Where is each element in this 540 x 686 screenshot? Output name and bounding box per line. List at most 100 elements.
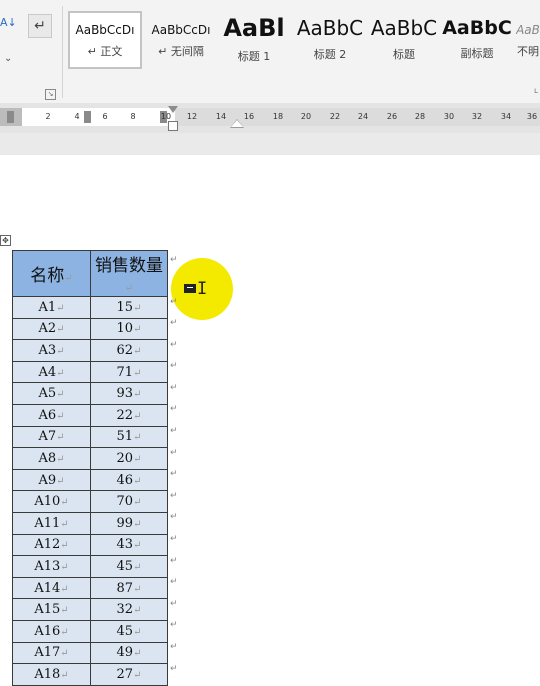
quantity-cell[interactable]: 51↵ bbox=[90, 425, 168, 449]
style-subtitle[interactable]: AaBbC 副标题 bbox=[442, 11, 512, 69]
ruler-column-marker[interactable] bbox=[84, 111, 91, 123]
quantity-cell[interactable]: 20↵ bbox=[90, 447, 168, 470]
cell-value: A4 bbox=[38, 364, 57, 380]
name-cell[interactable]: A18↵ bbox=[12, 663, 91, 686]
table-row: A3↵ 62↵ bbox=[12, 339, 168, 362]
quantity-cell[interactable]: 32↵ bbox=[90, 598, 168, 621]
quantity-cell[interactable]: 49↵ bbox=[90, 641, 168, 665]
quantity-cell[interactable]: 15↵ bbox=[90, 296, 168, 319]
quantity-cell[interactable]: 70↵ bbox=[90, 490, 168, 513]
header-cell[interactable]: 销售数量 ↵ bbox=[90, 250, 168, 297]
paragraph-mark-icon[interactable]: ↵ bbox=[28, 14, 52, 38]
quantity-cell[interactable]: 99↵ bbox=[90, 511, 168, 535]
style-title[interactable]: AaBbC 标题 bbox=[368, 11, 440, 69]
cell-end-mark: ↵ bbox=[60, 626, 69, 638]
cell-end-mark: ↵ bbox=[60, 648, 69, 660]
style-preview: AaBl bbox=[223, 14, 285, 42]
chevron-down-icon[interactable]: ⌄ bbox=[4, 53, 12, 64]
row-end-mark: ↵ bbox=[170, 361, 178, 372]
name-cell[interactable]: A6↵ bbox=[12, 403, 91, 427]
quantity-cell[interactable]: 46↵ bbox=[90, 468, 168, 492]
cell-end-mark: ↵ bbox=[133, 626, 142, 638]
cell-value: 27 bbox=[116, 666, 134, 682]
cell-end-mark: ↵ bbox=[133, 432, 142, 444]
table-header-row: 名称↵ 销售数量↵ bbox=[12, 250, 168, 297]
cell-end-mark: ↵ bbox=[133, 453, 142, 465]
quantity-cell[interactable]: 45↵ bbox=[90, 619, 168, 643]
name-cell[interactable]: A17↵ bbox=[12, 641, 91, 665]
style-subtle[interactable]: AaB 不明 bbox=[516, 11, 540, 69]
cell-end-mark: ↵ bbox=[56, 453, 65, 465]
cell-value: A17 bbox=[34, 645, 61, 661]
name-cell[interactable]: A5↵ bbox=[12, 382, 91, 405]
cell-end-mark: ↵ bbox=[60, 561, 69, 573]
name-cell[interactable]: A2↵ bbox=[12, 317, 91, 341]
style-heading-1[interactable]: AaBl 标题 1 bbox=[219, 11, 289, 69]
quantity-cell[interactable]: 10↵ bbox=[90, 317, 168, 341]
cell-end-mark: ↵ bbox=[133, 561, 142, 573]
quantity-cell[interactable]: 43↵ bbox=[90, 533, 168, 557]
name-cell[interactable]: A8↵ bbox=[12, 447, 91, 470]
table-resize-handle-icon[interactable] bbox=[184, 284, 196, 293]
style-preview: AaBbC bbox=[442, 17, 512, 39]
quantity-cell[interactable]: 45↵ bbox=[90, 555, 168, 578]
name-cell[interactable]: A16↵ bbox=[12, 619, 91, 643]
cell-value: A11 bbox=[34, 515, 61, 531]
quantity-cell[interactable]: 71↵ bbox=[90, 360, 168, 384]
name-cell[interactable]: A15↵ bbox=[12, 598, 91, 621]
table-row: A18↵ 27↵ bbox=[12, 663, 168, 686]
ruler-column-marker[interactable] bbox=[7, 111, 14, 123]
style-no-spacing[interactable]: AaBbCcDı ↵ 无间隔 bbox=[145, 11, 217, 69]
cell-value: A9 bbox=[38, 472, 57, 488]
header-cell[interactable]: 名称↵ bbox=[12, 250, 91, 297]
row-end-mark: ↵ bbox=[170, 577, 178, 588]
cell-value: 45 bbox=[116, 558, 134, 574]
quantity-cell[interactable]: 27↵ bbox=[90, 663, 168, 686]
row-end-mark: ↵ bbox=[170, 318, 178, 329]
quantity-cell[interactable]: 87↵ bbox=[90, 576, 168, 600]
style-normal[interactable]: AaBbCcDı ↵ 正文 bbox=[68, 11, 142, 69]
cell-end-mark: ↵ bbox=[133, 497, 142, 509]
style-heading-2[interactable]: AaBbC 标题 2 bbox=[294, 11, 366, 69]
cell-end-mark: ↵ bbox=[56, 475, 65, 487]
quantity-cell[interactable]: 22↵ bbox=[90, 403, 168, 427]
name-cell[interactable]: A4↵ bbox=[12, 360, 91, 384]
name-cell[interactable]: A11↵ bbox=[12, 511, 91, 535]
cell-value: 20 bbox=[116, 450, 134, 466]
name-cell[interactable]: A3↵ bbox=[12, 339, 91, 362]
cell-value: 93 bbox=[116, 386, 134, 402]
row-end-mark: ↵ bbox=[170, 339, 178, 350]
row-end-mark: ↵ bbox=[170, 620, 178, 631]
name-cell[interactable]: A10↵ bbox=[12, 490, 91, 513]
row-end-mark: ↵ bbox=[170, 598, 178, 609]
table-row: A6↵ 22↵ bbox=[12, 403, 168, 427]
name-cell[interactable]: A12↵ bbox=[12, 533, 91, 557]
table-row: A5↵ 93↵ bbox=[12, 382, 168, 405]
cell-end-mark: ↵ bbox=[60, 497, 69, 509]
dialog-launcher-icon[interactable]: ↘ bbox=[45, 89, 56, 100]
row-end-mark: ↵ bbox=[170, 490, 178, 501]
cell-value: 46 bbox=[116, 472, 134, 488]
ruler-number: 20 bbox=[300, 112, 312, 121]
first-line-indent-marker[interactable] bbox=[168, 106, 178, 113]
quantity-cell[interactable]: 62↵ bbox=[90, 339, 168, 362]
cell-value: 32 bbox=[116, 602, 134, 618]
quantity-cell[interactable]: 93↵ bbox=[90, 382, 168, 405]
cell-value: A1 bbox=[38, 299, 57, 315]
header-label: 销售数量 bbox=[95, 256, 163, 276]
ribbon-collapse-icon[interactable]: ʟ bbox=[534, 86, 540, 95]
cell-value: 99 bbox=[116, 515, 134, 531]
name-cell[interactable]: A1↵ bbox=[12, 296, 91, 319]
cell-end-mark: ↵ bbox=[133, 345, 142, 357]
table-row: A12↵ 43↵ bbox=[12, 533, 168, 557]
name-cell[interactable]: A13↵ bbox=[12, 555, 91, 578]
left-indent-marker[interactable] bbox=[168, 121, 178, 131]
style-preview: AaB bbox=[516, 23, 540, 37]
row-end-mark: ↵ bbox=[170, 382, 178, 393]
name-cell[interactable]: A9↵ bbox=[12, 468, 91, 492]
name-cell[interactable]: A14↵ bbox=[12, 576, 91, 600]
sort-icon[interactable]: A↓ bbox=[0, 17, 20, 39]
style-preview: AaBbCcDı bbox=[151, 23, 211, 37]
name-cell[interactable]: A7↵ bbox=[12, 425, 91, 449]
table-move-handle-icon[interactable]: ✥ bbox=[0, 235, 11, 246]
